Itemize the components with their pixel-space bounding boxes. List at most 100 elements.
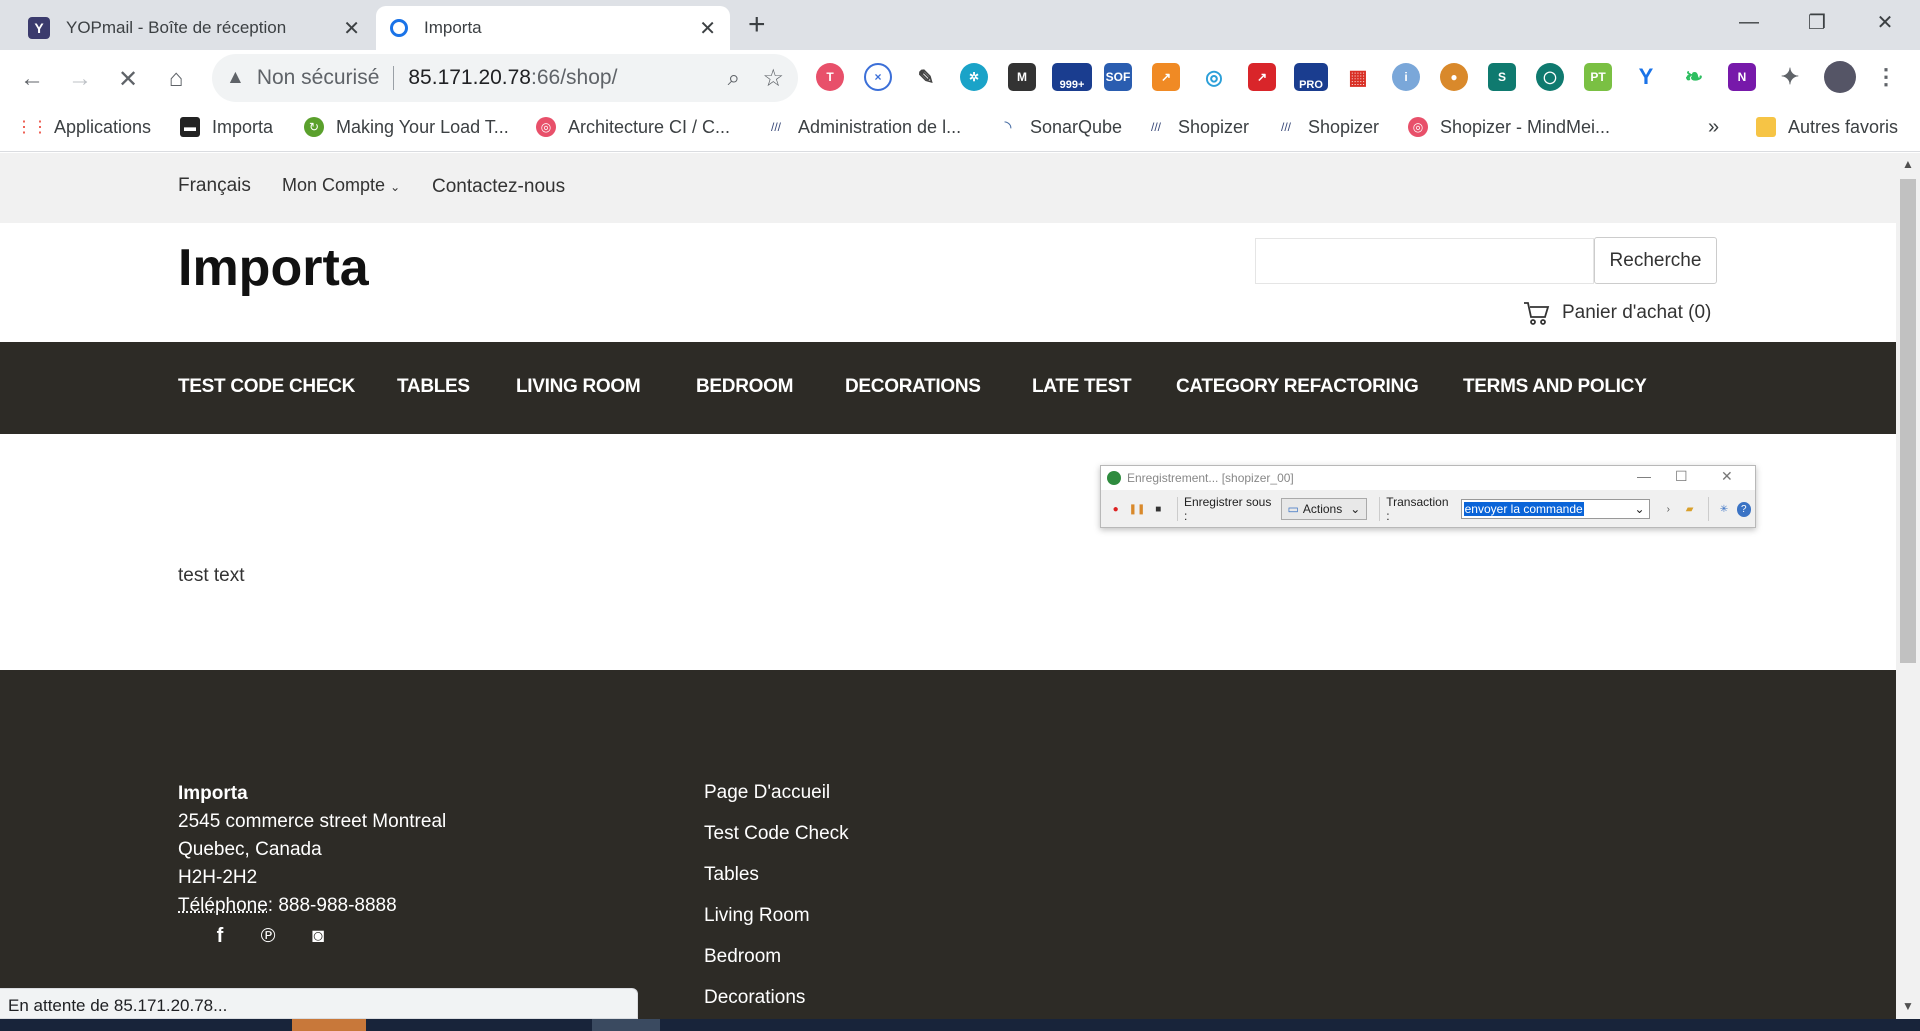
bookmark-label: Shopizer (1308, 116, 1380, 137)
cart-link[interactable]: Panier d'achat (0) (1522, 299, 1711, 327)
menu-kebab-icon[interactable]: ⋮ (1872, 63, 1900, 91)
onenote-icon[interactable]: N (1728, 63, 1756, 91)
circle-extension-icon[interactable]: i (1392, 63, 1420, 91)
grid-extension-icon[interactable]: ▦ (1344, 63, 1372, 91)
bookmark-architecture[interactable]: ◎ Architecture CI / C... (536, 113, 730, 141)
recorder-minimize-button[interactable]: — (1637, 468, 1651, 484)
footer-link-home[interactable]: Page D'accueil (704, 782, 849, 823)
chevron-down-icon[interactable]: ⌄ (1635, 502, 1645, 516)
pro-extension-icon[interactable]: PRO (1294, 63, 1328, 91)
pause-icon[interactable]: ❚❚ (1128, 500, 1146, 518)
security-status[interactable]: Non sécurisé (257, 66, 380, 90)
extensions-puzzle-icon[interactable]: ✦ (1776, 63, 1804, 91)
home-button[interactable]: ⌂ (158, 62, 194, 96)
search-button[interactable]: Recherche (1594, 237, 1717, 284)
sof-extension-icon[interactable]: SOF (1104, 63, 1132, 91)
web-extension-icon[interactable]: ◎ (1200, 63, 1228, 91)
transaction-input[interactable]: envoyer la commande ⌄ (1460, 499, 1650, 519)
evernote-icon[interactable]: ❧ (1680, 63, 1708, 91)
taskbar-item[interactable] (592, 1019, 660, 1031)
recorder-maximize-button[interactable]: ☐ (1675, 468, 1688, 485)
tab-yopmail[interactable]: Y YOPmail - Boîte de réception ✕ (14, 6, 374, 50)
nav-terms-and-policy[interactable]: TERMS AND POLICY (1463, 376, 1647, 398)
gear-extension-icon[interactable]: ✲ (960, 63, 988, 91)
extension-icon-2[interactable]: × (864, 63, 892, 91)
bookmark-star-icon[interactable]: ☆ (762, 64, 784, 93)
nav-bedroom[interactable]: BEDROOM (696, 376, 793, 398)
close-window-button[interactable]: ✕ (1850, 0, 1920, 44)
back-button[interactable]: ← (14, 62, 50, 96)
bookmark-importa[interactable]: ▬ Importa (180, 113, 273, 141)
tab-importa[interactable]: Importa ✕ (376, 6, 730, 50)
minimize-button[interactable]: — (1714, 0, 1784, 44)
pencil-icon[interactable]: ✎ (912, 63, 940, 91)
bookmark-applications[interactable]: ⋮⋮ Applications (16, 113, 151, 141)
nav-living-room[interactable]: LIVING ROOM (516, 376, 641, 398)
pdf-extension-icon[interactable]: ↗ (1248, 63, 1276, 91)
avatar[interactable] (1824, 61, 1856, 93)
nav-tables[interactable]: TABLES (397, 376, 470, 398)
settings-icon[interactable]: ✳ (1715, 500, 1732, 518)
pinterest-icon[interactable]: ℗ (256, 924, 280, 948)
bookmark-load-test[interactable]: ↻ Making Your Load T... (304, 113, 509, 141)
scroll-down-icon[interactable]: ▼ (1902, 999, 1914, 1013)
m-extension-icon[interactable]: M (1008, 63, 1036, 91)
scrollbar-thumb[interactable] (1900, 179, 1916, 663)
cookie-extension-icon[interactable]: ● (1440, 63, 1468, 91)
mail-extension-icon[interactable]: 999+ (1052, 63, 1092, 91)
pt-label: PT (1590, 70, 1606, 84)
nav-decorations[interactable]: DECORATIONS (845, 376, 981, 398)
warning-icon[interactable]: ▲ (226, 67, 245, 89)
open-folder-icon[interactable]: ▰ (1681, 500, 1698, 518)
bookmark-shopizer-mindmeister[interactable]: ◎ Shopizer - MindMei... (1408, 113, 1610, 141)
stop-button[interactable]: ✕ (110, 62, 146, 96)
new-tab-button[interactable]: + (748, 8, 766, 42)
language-link[interactable]: Français (178, 175, 251, 197)
forward-button[interactable]: → (62, 62, 98, 96)
footer-link-test-code-check[interactable]: Test Code Check (704, 823, 849, 864)
restore-button[interactable]: ❐ (1782, 0, 1852, 44)
page-scrollbar[interactable]: ▲ ▼ (1896, 153, 1920, 1019)
recorder-toolbar: ● ❚❚ ■ Enregistrer sous : ▭ Actions ⌄ Tran… (1101, 492, 1755, 526)
s-extension-icon[interactable]: S (1488, 63, 1516, 91)
recorder-close-button[interactable]: ✕ (1721, 468, 1733, 485)
footer-company: Importa (178, 783, 248, 804)
taskbar-item[interactable] (292, 1019, 366, 1031)
account-menu[interactable]: Mon Compte ⌄ (282, 175, 400, 196)
help-icon[interactable]: ? (1736, 501, 1751, 517)
bookmarks-overflow-button[interactable]: » (1708, 113, 1719, 141)
store-logo[interactable]: Importa (178, 238, 369, 298)
footer-link-decorations[interactable]: Decorations (704, 987, 849, 1019)
instagram-icon[interactable]: ◙ (306, 924, 330, 948)
scroll-up-icon[interactable]: ▲ (1902, 157, 1914, 171)
address-bar[interactable]: ▲ Non sécurisé 85.171.20.78:66/shop/ ⌕ ☆ (212, 54, 798, 102)
chart-extension-icon[interactable]: ↗ (1152, 63, 1180, 91)
ring-extension-icon[interactable]: ◯ (1536, 63, 1564, 91)
bookmark-shopizer-2[interactable]: /// Shopizer (1276, 113, 1379, 141)
shopizer-icon: /// (766, 117, 786, 137)
search-input[interactable] (1255, 238, 1594, 284)
facebook-icon[interactable]: f (208, 924, 232, 948)
bookmark-administration[interactable]: /// Administration de l... (766, 113, 961, 141)
footer-link-tables[interactable]: Tables (704, 864, 849, 905)
extension-icon-1[interactable]: T (816, 63, 844, 91)
footer-link-bedroom[interactable]: Bedroom (704, 946, 849, 987)
recorder-titlebar[interactable]: Enregistrement... [shopizer_00] (1101, 466, 1755, 490)
close-tab-icon[interactable]: ✕ (343, 16, 360, 41)
nav-late-test[interactable]: LATE TEST (1032, 376, 1132, 398)
close-tab-icon[interactable]: ✕ (699, 16, 716, 41)
save-as-select[interactable]: ▭ Actions ⌄ (1280, 498, 1368, 520)
bookmark-shopizer-1[interactable]: /// Shopizer (1146, 113, 1249, 141)
next-icon[interactable]: › (1660, 500, 1677, 518)
pt-extension-icon[interactable]: PT (1584, 63, 1612, 91)
y-extension-icon[interactable]: Y (1632, 63, 1660, 91)
record-icon[interactable]: ● (1107, 500, 1124, 518)
bookmark-sonarqube[interactable]: ◝ SonarQube (998, 113, 1122, 141)
nav-category-refactoring[interactable]: CATEGORY REFACTORING (1176, 376, 1419, 398)
footer-link-living-room[interactable]: Living Room (704, 905, 849, 946)
zoom-icon[interactable]: ⌕ (728, 65, 740, 91)
nav-test-code-check[interactable]: TEST CODE CHECK (178, 376, 355, 398)
stop-icon[interactable]: ■ (1150, 500, 1167, 518)
contact-link[interactable]: Contactez-nous (432, 176, 565, 198)
other-bookmarks-folder[interactable]: Autres favoris (1756, 113, 1898, 141)
